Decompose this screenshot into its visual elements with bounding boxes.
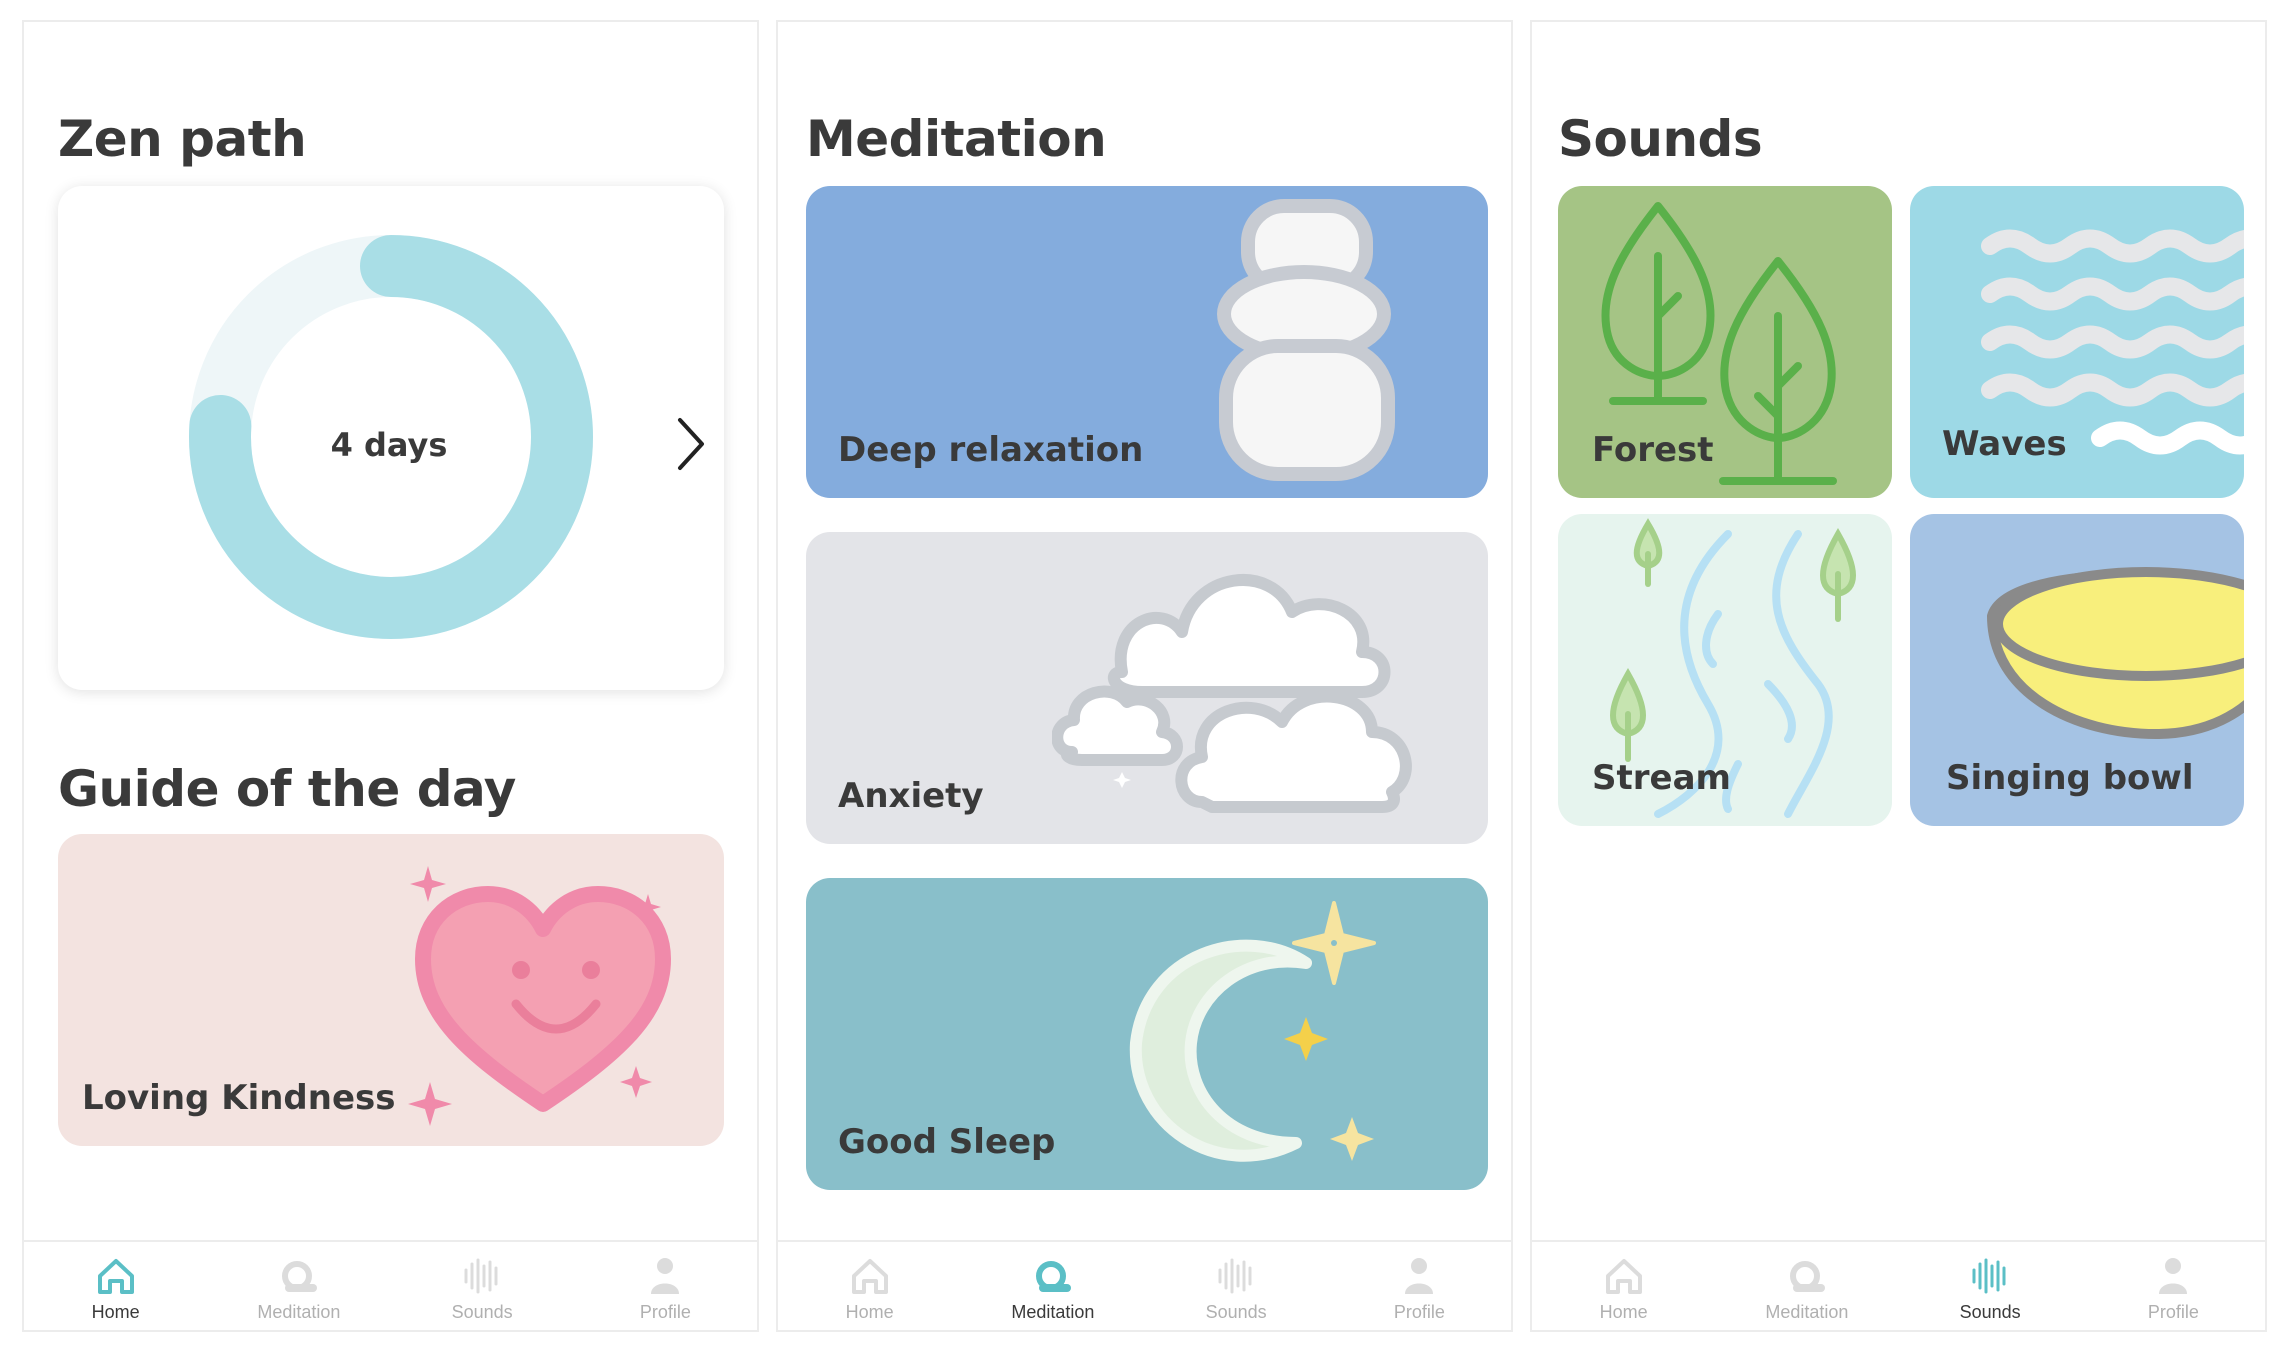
guide-card-label: Loving Kindness	[82, 1078, 396, 1118]
meditation-screen: Meditation Deep relaxation Anxiety Good …	[776, 20, 1513, 1332]
tab-label: Home	[91, 1302, 140, 1322]
meditation-icon	[1035, 1261, 1071, 1292]
tab-label: Home	[1599, 1302, 1648, 1322]
tab-home[interactable]: Home	[1532, 1242, 1715, 1330]
tab-label: Meditation	[1011, 1302, 1095, 1322]
tab-profile[interactable]: Profile	[1328, 1242, 1511, 1330]
profile-icon	[1405, 1258, 1434, 1294]
tile-singing-bowl[interactable]: Singing bowl	[1910, 514, 2244, 826]
stones-icon	[1217, 199, 1395, 481]
clouds-icon	[1052, 574, 1412, 813]
tile-forest[interactable]: Forest	[1558, 186, 1892, 498]
sounds-icon	[1218, 1258, 1252, 1294]
tab-label: Home	[845, 1302, 894, 1322]
card-label: Good Sleep	[838, 1122, 1056, 1162]
tile-stream[interactable]: Stream	[1558, 514, 1892, 826]
singing-bowl-icon	[1987, 567, 2244, 739]
sounds-icon	[464, 1258, 498, 1294]
tab-label: Sounds	[1205, 1302, 1267, 1322]
tile-label: Waves	[1942, 424, 2067, 464]
sounds-icon	[1972, 1258, 2006, 1294]
tab-profile[interactable]: Profile	[2082, 1242, 2265, 1330]
tab-label: Meditation	[1765, 1302, 1849, 1322]
guide-card-loving-kindness[interactable]: Loving Kindness	[58, 834, 724, 1146]
bottom-tab-bar: Home Meditation Sounds Profile	[1532, 1240, 2265, 1330]
profile-icon	[651, 1258, 680, 1294]
page-title: Meditation	[806, 110, 1107, 168]
card-label: Deep relaxation	[838, 430, 1144, 470]
page-title: Zen path	[58, 110, 307, 168]
tab-profile[interactable]: Profile	[574, 1242, 757, 1330]
tab-sounds[interactable]: Sounds	[1145, 1242, 1328, 1330]
zen-path-card[interactable]: 4 days	[58, 186, 724, 690]
card-deep-relaxation[interactable]: Deep relaxation	[806, 186, 1488, 498]
tab-label: Sounds	[451, 1302, 513, 1322]
tab-home[interactable]: Home	[24, 1242, 207, 1330]
tab-meditation[interactable]: Meditation	[207, 1242, 390, 1330]
home-icon	[97, 1259, 134, 1294]
home-icon	[851, 1259, 888, 1294]
moon-icon	[1129, 901, 1376, 1162]
tile-label: Forest	[1592, 430, 1714, 470]
tab-label: Profile	[1393, 1302, 1445, 1322]
card-good-sleep[interactable]: Good Sleep	[806, 878, 1488, 1190]
tab-home[interactable]: Home	[778, 1242, 961, 1330]
page-title: Sounds	[1558, 110, 1763, 168]
meditation-icon	[281, 1261, 317, 1292]
heart-icon	[408, 866, 671, 1126]
tile-waves[interactable]: Waves	[1910, 186, 2244, 498]
guide-heading: Guide of the day	[58, 760, 516, 818]
streak-days-label: 4 days	[330, 426, 448, 464]
home-screen: Zen path 4 days Guide of the day Loving …	[22, 20, 759, 1332]
tab-sounds[interactable]: Sounds	[391, 1242, 574, 1330]
card-label: Anxiety	[838, 776, 984, 816]
home-icon	[1605, 1259, 1642, 1294]
tab-meditation[interactable]: Meditation	[961, 1242, 1144, 1330]
chevron-right-icon[interactable]	[668, 414, 712, 474]
tab-meditation[interactable]: Meditation	[1715, 1242, 1898, 1330]
bottom-tab-bar: Home Meditation Sounds Profile	[778, 1240, 1511, 1330]
tab-label: Profile	[2147, 1302, 2199, 1322]
sounds-screen: Sounds Forest Waves Stream Singing bowl …	[1530, 20, 2267, 1332]
bottom-tab-bar: Home Meditation Sounds Profile	[24, 1240, 757, 1330]
meditation-icon	[1789, 1261, 1825, 1292]
tile-label: Singing bowl	[1946, 758, 2194, 798]
tab-sounds[interactable]: Sounds	[1899, 1242, 2082, 1330]
card-anxiety[interactable]: Anxiety	[806, 532, 1488, 844]
profile-icon	[2159, 1258, 2188, 1294]
tile-label: Stream	[1592, 758, 1731, 798]
tab-label: Meditation	[257, 1302, 341, 1322]
tab-label: Profile	[639, 1302, 691, 1322]
tab-label: Sounds	[1959, 1302, 2021, 1322]
